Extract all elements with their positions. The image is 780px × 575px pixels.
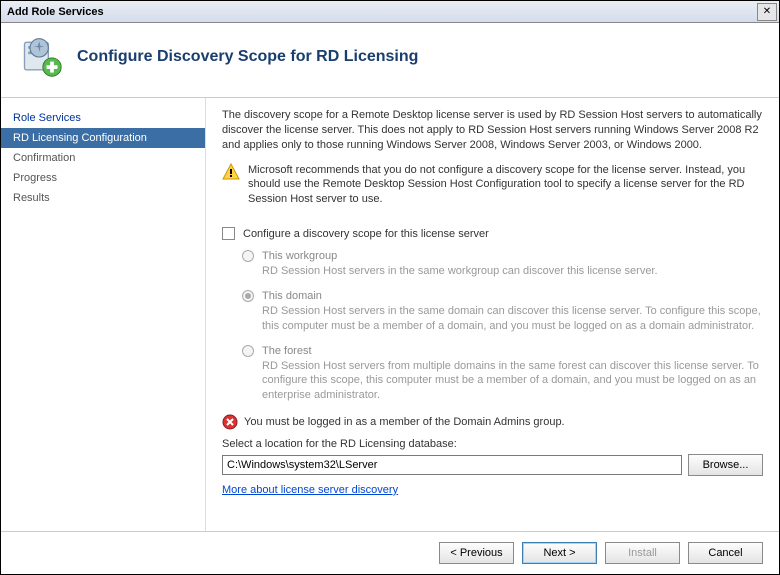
warning-row: Microsoft recommends that you do not con…	[222, 163, 763, 208]
close-button[interactable]: ✕	[757, 3, 777, 21]
main-content: The discovery scope for a Remote Desktop…	[206, 98, 779, 531]
browse-button[interactable]: Browse...	[688, 454, 763, 476]
radio-forest-desc: RD Session Host servers from multiple do…	[262, 359, 763, 402]
sidebar-item-results[interactable]: Results	[1, 188, 205, 208]
more-link[interactable]: More about license server discovery	[222, 484, 398, 496]
server-role-icon	[19, 35, 63, 79]
footer: < Previous Next > Install Cancel	[1, 531, 779, 574]
radio-domain-block: This domain RD Session Host servers in t…	[242, 290, 763, 333]
radio-workgroup-block: This workgroup RD Session Host servers i…	[242, 250, 763, 278]
radio-forest-label: The forest	[262, 345, 312, 357]
error-icon	[222, 414, 238, 430]
intro-text: The discovery scope for a Remote Desktop…	[222, 108, 763, 153]
install-button: Install	[605, 542, 680, 564]
body: Role Services RD Licensing Configuration…	[1, 98, 779, 531]
radio-workgroup[interactable]	[242, 250, 254, 262]
location-label: Select a location for the RD Licensing d…	[222, 438, 763, 450]
titlebar: Add Role Services ✕	[1, 1, 779, 23]
sidebar-item-confirmation[interactable]: Confirmation	[1, 148, 205, 168]
configure-scope-row[interactable]: Configure a discovery scope for this lic…	[222, 227, 763, 240]
radio-forest-block: The forest RD Session Host servers from …	[242, 345, 763, 402]
page-title: Configure Discovery Scope for RD Licensi…	[77, 48, 418, 66]
warning-icon	[222, 163, 240, 181]
error-text: You must be logged in as a member of the…	[244, 416, 565, 428]
configure-scope-checkbox[interactable]	[222, 227, 235, 240]
sidebar: Role Services RD Licensing Configuration…	[1, 98, 206, 531]
close-icon: ✕	[763, 6, 771, 17]
error-row: You must be logged in as a member of the…	[222, 414, 763, 430]
location-row: Browse...	[222, 454, 763, 476]
wizard-window: Add Role Services ✕ Configure Discovery …	[0, 0, 780, 575]
cancel-button[interactable]: Cancel	[688, 542, 763, 564]
previous-button[interactable]: < Previous	[439, 542, 514, 564]
radio-workgroup-label: This workgroup	[262, 250, 337, 262]
sidebar-item-rd-licensing-configuration[interactable]: RD Licensing Configuration	[1, 128, 205, 148]
header: Configure Discovery Scope for RD Licensi…	[1, 23, 779, 98]
radio-forest[interactable]	[242, 345, 254, 357]
warning-text: Microsoft recommends that you do not con…	[248, 163, 763, 208]
radio-workgroup-desc: RD Session Host servers in the same work…	[262, 264, 763, 278]
sidebar-item-role-services[interactable]: Role Services	[1, 108, 205, 128]
radio-domain-desc: RD Session Host servers in the same doma…	[262, 304, 763, 333]
sidebar-item-progress[interactable]: Progress	[1, 168, 205, 188]
radio-domain[interactable]	[242, 290, 254, 302]
location-input[interactable]	[222, 455, 682, 475]
window-title: Add Role Services	[7, 6, 757, 18]
radio-domain-label: This domain	[262, 290, 322, 302]
scope-radio-group: This workgroup RD Session Host servers i…	[242, 250, 763, 402]
next-button[interactable]: Next >	[522, 542, 597, 564]
configure-scope-label: Configure a discovery scope for this lic…	[243, 228, 489, 240]
